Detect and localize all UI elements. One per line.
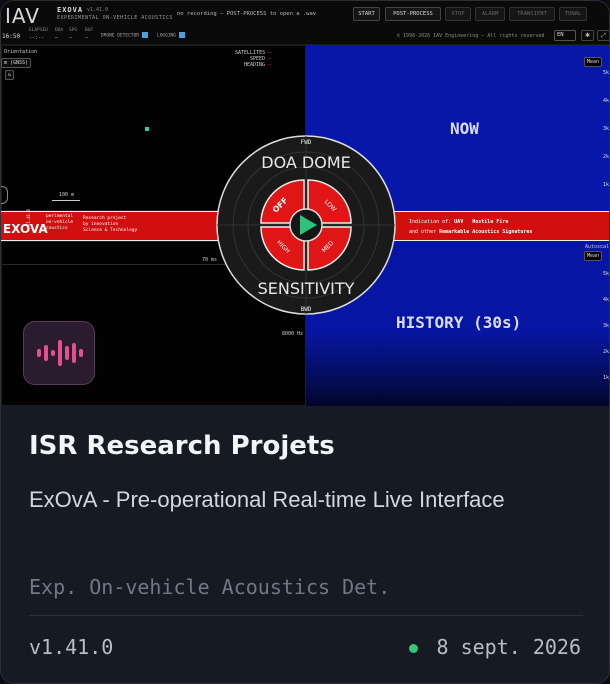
- banner-research: Research project by innovation Science & T…: [83, 216, 138, 233]
- history-y-tick: 4k: [602, 297, 609, 303]
- time-label: 70 ms: [202, 257, 218, 263]
- orientation-select[interactable]: m (GNSS): [1, 58, 32, 68]
- doa-sensitivity-dial[interactable]: FWD BWD DOA DOME SENSITIVITY OFF LOW HIG…: [216, 135, 396, 315]
- now-y-tick: 1k: [602, 182, 609, 188]
- clock: 16:50: [2, 33, 21, 40]
- fullscreen-icon[interactable]: ⤢: [597, 30, 609, 41]
- app-logo: IAV: [5, 4, 40, 28]
- language-select[interactable]: EN: [554, 30, 576, 41]
- app-badge: [23, 321, 95, 385]
- copyright: © 1998-2026 IAV Engineering — All rights…: [397, 33, 545, 39]
- status-dot-icon: [409, 644, 418, 653]
- sensitivity-label: SENSITIVITY: [258, 279, 355, 298]
- banner-version: v1.41.0: [26, 209, 31, 226]
- history-mode-select[interactable]: Mean: [584, 251, 603, 261]
- vehicle-marker: [145, 127, 149, 131]
- metric-doa: DOA —: [55, 28, 64, 41]
- recording-status: no recording — POST-PROCESS to open a .w…: [177, 11, 317, 17]
- logging-checkbox[interactable]: LOGGING: [157, 32, 185, 39]
- project-card[interactable]: IAV EXOVA v1.41.0 EXPERIMENTAL ON-VEHICL…: [0, 0, 610, 684]
- now-mode-select[interactable]: Mean: [584, 57, 603, 67]
- now-y-tick: 4k: [602, 98, 609, 104]
- banner-indications: Indication of: UAV Hostile Fire and othe…: [409, 219, 533, 235]
- card-subtitle: Exp. On-vehicle Acoustics Det.: [29, 575, 391, 599]
- checkbox-checked-icon: [141, 32, 148, 38]
- history-label: HISTORY (30s): [396, 313, 522, 332]
- card-description: ExOvA - Pre-operational Real-time Live I…: [29, 487, 505, 512]
- app-toolbar: IAV EXOVA v1.41.0 EXPERIMENTAL ON-VEHICL…: [1, 1, 609, 45]
- metric-elapsed: ELAPSED --:--: [29, 28, 48, 41]
- app-subtitle: EXPERIMENTAL ON-VEHICLE ACOUSTICS: [57, 15, 173, 21]
- start-button[interactable]: START: [353, 7, 380, 21]
- preview-screenshot: IAV EXOVA v1.41.0 EXPERIMENTAL ON-VEHICL…: [1, 1, 610, 406]
- history-y-tick: 5k: [602, 271, 609, 277]
- banner-tagline: perimental on-vehicle coustics: [46, 214, 74, 231]
- app-name: EXOVA: [57, 6, 84, 14]
- card-date: 8 sept. 2026: [436, 635, 582, 659]
- audio-waveform-icon: [37, 340, 83, 366]
- bwd-label: BWD: [301, 306, 312, 313]
- orientation-label: Orientation: [4, 49, 38, 55]
- now-label: NOW: [450, 119, 479, 138]
- now-y-tick: 2k: [602, 154, 609, 160]
- metric-sps: SPS —: [69, 28, 78, 41]
- transient-button[interactable]: TRANSIENT: [509, 7, 555, 21]
- drone-detector-checkbox[interactable]: DRONE DETECTOR: [101, 32, 148, 39]
- checkbox-checked-icon: [178, 32, 185, 38]
- app-version: v1.41.0: [87, 7, 109, 13]
- stop-button[interactable]: STOP: [445, 7, 471, 21]
- autoscale-label: Autoscal: [585, 244, 610, 250]
- history-y-tick: 3k: [602, 323, 609, 329]
- now-y-tick: 3k: [602, 126, 609, 132]
- map-edge-marker: [1, 186, 8, 204]
- divider: [29, 615, 583, 616]
- alarm-button[interactable]: ALARM: [475, 7, 505, 21]
- tonal-button[interactable]: TONAL: [559, 7, 587, 21]
- heading-label: HEADING –: [244, 62, 272, 68]
- history-y-tick: 2k: [602, 349, 609, 355]
- map-scale-label: 100 m: [59, 192, 75, 198]
- card-title[interactable]: ISR Research Projets: [29, 431, 335, 461]
- metric-buf: BUF —: [85, 28, 94, 41]
- post-process-button[interactable]: POST-PROCESS: [385, 7, 441, 21]
- fwd-label: FWD: [301, 139, 312, 146]
- map-scale-bar: [52, 200, 80, 201]
- now-y-tick: 5k: [602, 70, 609, 76]
- doa-dome-label: DOA DOME: [261, 153, 351, 172]
- freq-label: 8000 Hz: [282, 331, 304, 337]
- settings-icon[interactable]: ✱: [581, 30, 594, 41]
- history-y-tick: 1k: [602, 375, 609, 381]
- card-version: v1.41.0: [29, 635, 114, 659]
- refresh-icon[interactable]: ↻: [5, 70, 15, 80]
